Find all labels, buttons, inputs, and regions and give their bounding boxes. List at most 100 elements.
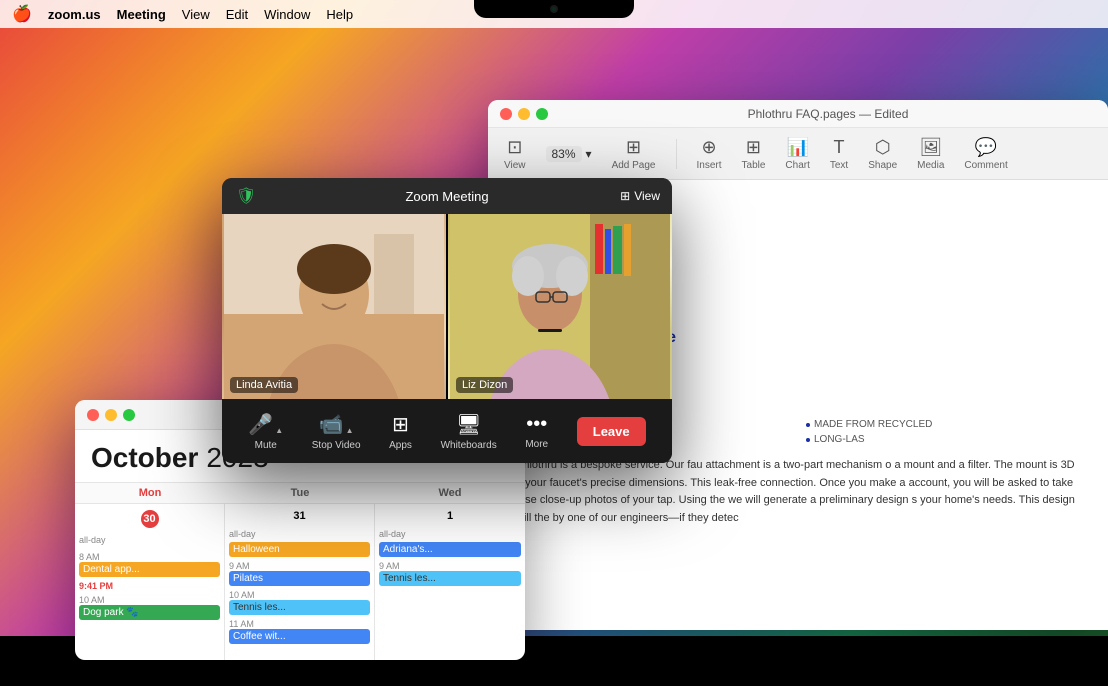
- menubar-edit[interactable]: Edit: [226, 7, 248, 22]
- zoom-stop-video-button[interactable]: 📹 ▲ Stop Video: [312, 412, 361, 451]
- menubar-meeting[interactable]: Meeting: [117, 7, 166, 22]
- zoom-video-bg-liz: [448, 214, 672, 399]
- calendar-col-tue: 31 all-day Halloween 9 AM Pilates 10 AM …: [225, 504, 375, 660]
- mac-notch: [474, 0, 634, 18]
- zoom-mute-button[interactable]: 🎤 ▲ Mute: [248, 412, 283, 451]
- minimize-button[interactable]: [518, 108, 530, 120]
- cal-time-11am-tue: 11 AM: [229, 619, 370, 629]
- zoom-video-cell-2: Liz Dizon: [448, 214, 672, 399]
- bullet-4: LONG-LAS: [806, 434, 1080, 445]
- zoom-apps-button[interactable]: ⊞ Apps: [389, 412, 412, 451]
- pages-doc-title: Phlothru FAQ.pages — Edited: [748, 107, 909, 121]
- media-icon: 🖼: [919, 137, 942, 158]
- whiteboards-label: Whiteboards: [441, 440, 497, 451]
- cal-day-1: 1: [379, 510, 521, 522]
- insert-icon: ⊕: [701, 137, 716, 158]
- more-label: More: [525, 439, 548, 450]
- whiteboards-icon: 🖥: [456, 412, 481, 437]
- pages-body-text: Phlothru is a bespoke service. Our fau a…: [516, 457, 1080, 527]
- toolbar-text[interactable]: T Text: [830, 137, 848, 171]
- cal-header-tue: Tue: [225, 483, 375, 504]
- stop-video-icon: 📹: [319, 412, 344, 437]
- more-icon: •••: [526, 413, 547, 436]
- zoom-leave-button[interactable]: Leave: [577, 417, 646, 446]
- cal-header-wed: Wed: [375, 483, 525, 504]
- menubar-app-name[interactable]: zoom.us: [48, 7, 101, 22]
- cal-event-dental[interactable]: Dental app...: [79, 562, 220, 577]
- mute-label: Mute: [255, 440, 277, 451]
- mute-arrow: ▲: [275, 426, 283, 435]
- toolbar-chart[interactable]: 📊 Chart: [785, 137, 809, 171]
- cal-time-10am-mon: 10 AM: [79, 595, 220, 605]
- toolbar-shape[interactable]: ⬡ Shape: [868, 137, 897, 171]
- cal-day-31: 31: [229, 510, 370, 522]
- toolbar-divider-1: [676, 139, 677, 169]
- cal-time-941: 9:41 PM: [79, 581, 220, 591]
- zoom-video-bg-linda: [222, 214, 446, 399]
- table-icon: ⊞: [746, 137, 761, 158]
- maximize-button[interactable]: [536, 108, 548, 120]
- cal-allday-wed: all-day: [379, 528, 406, 540]
- cal-minimize-button[interactable]: [105, 409, 117, 421]
- zoom-controls-bar: 🎤 ▲ Mute 📹 ▲ Stop Video ⊞ Apps 🖥 Whitebo…: [222, 399, 672, 463]
- add-page-icon: ⊞: [626, 137, 641, 158]
- toolbar-media[interactable]: 🖼 Media: [917, 137, 944, 171]
- calendar-month: October: [91, 442, 198, 474]
- toolbar-view[interactable]: ⊡ View: [504, 137, 526, 171]
- toolbar-insert[interactable]: ⊕ Insert: [697, 137, 722, 171]
- camera-notch: [550, 5, 558, 13]
- cal-maximize-button[interactable]: [123, 409, 135, 421]
- apple-menu[interactable]: 🍎: [12, 4, 32, 24]
- shape-icon: ⬡: [875, 137, 891, 158]
- toolbar-table[interactable]: ⊞ Table: [742, 137, 766, 171]
- zoom-view-label: View: [634, 189, 660, 203]
- linda-avatar-svg: [222, 214, 446, 399]
- close-button[interactable]: [500, 108, 512, 120]
- chart-icon: 📊: [786, 137, 808, 158]
- toolbar-add-page[interactable]: ⊞ Add Page: [612, 137, 656, 171]
- zoom-more-button[interactable]: ••• More: [525, 413, 548, 450]
- cal-event-adriana[interactable]: Adriana's...: [379, 542, 521, 557]
- video-arrow: ▲: [346, 426, 354, 435]
- zoom-mute-inner: 🎤 ▲: [248, 412, 283, 437]
- menubar-view[interactable]: View: [182, 7, 210, 22]
- bullet-dot: [806, 423, 810, 427]
- menubar-help[interactable]: Help: [326, 7, 353, 22]
- pages-toolbar: ⊡ View 83% ▾ ⊞ Add Page ⊕ Insert ⊞ Table…: [488, 128, 1108, 180]
- zoom-window: 🛡 Zoom Meeting ⊞ View: [222, 178, 672, 463]
- cal-event-halloween[interactable]: Halloween: [229, 542, 370, 557]
- zoom-title: Zoom Meeting: [405, 189, 488, 204]
- calendar-grid: Mon Tue Wed 30 all-day 8 AM Dental app..…: [75, 482, 525, 660]
- cal-event-tennis-wed[interactable]: Tennis les...: [379, 571, 521, 586]
- zoom-titlebar: 🛡 Zoom Meeting ⊞ View: [222, 178, 672, 214]
- cal-event-pilates[interactable]: Pilates: [229, 571, 370, 586]
- toolbar-zoom[interactable]: 83% ▾: [546, 146, 592, 162]
- zoom-view-button[interactable]: ⊞ View: [620, 189, 660, 203]
- bullet-2: MADE FROM RECYCLED: [806, 419, 1080, 430]
- mute-icon: 🎤: [248, 412, 273, 437]
- apps-icon: ⊞: [392, 412, 409, 437]
- calendar-traffic-lights: [87, 409, 135, 421]
- liz-avatar-svg: [448, 214, 672, 399]
- stop-video-label: Stop Video: [312, 440, 361, 451]
- zoom-video-cell-1: Linda Avitia: [222, 214, 446, 399]
- zoom-grid-icon: ⊞: [620, 189, 630, 203]
- cal-day-30: 30: [141, 510, 159, 528]
- menubar-window[interactable]: Window: [264, 7, 310, 22]
- toolbar-comment[interactable]: 💬 Comment: [964, 137, 1007, 171]
- bullet-dot: [806, 438, 810, 442]
- zoom-video-inner: 📹 ▲: [319, 412, 354, 437]
- cal-time-9am-tue: 9 AM: [229, 561, 370, 571]
- cal-allday-tue: all-day: [229, 528, 256, 540]
- cal-event-tennis-tue[interactable]: Tennis les...: [229, 600, 370, 615]
- pages-titlebar: Phlothru FAQ.pages — Edited: [488, 100, 1108, 128]
- zoom-shield-icon: 🛡: [236, 186, 256, 206]
- cal-event-dogpark[interactable]: Dog park 🐾: [79, 605, 220, 620]
- cal-event-coffee[interactable]: Coffee wit...: [229, 629, 370, 644]
- cal-allday-mon: all-day: [79, 534, 106, 546]
- calendar-col-wed: 1 all-day Adriana's... 9 AM Tennis les..…: [375, 504, 525, 660]
- cal-close-button[interactable]: [87, 409, 99, 421]
- text-icon: T: [834, 137, 845, 158]
- calendar-col-mon: 30 all-day 8 AM Dental app... 9:41 PM 10…: [75, 504, 225, 660]
- zoom-whiteboards-button[interactable]: 🖥 Whiteboards: [441, 412, 497, 451]
